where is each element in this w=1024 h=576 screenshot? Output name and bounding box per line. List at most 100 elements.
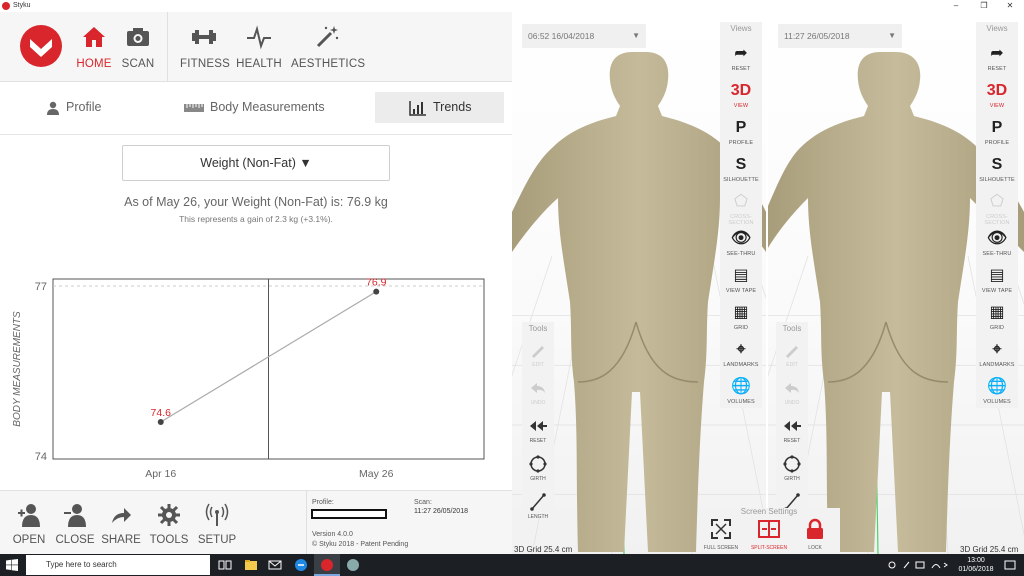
view-silhouette-button[interactable]: S SILHOUETTE (976, 155, 1018, 191)
nav-fitness-button[interactable]: FITNESS (180, 22, 230, 78)
scan-value: 11:27 26/05/2018 (414, 508, 468, 515)
task-view-icon[interactable] (218, 558, 232, 572)
view-glyph-icon: ⬠ (734, 193, 748, 210)
data-point[interactable] (373, 288, 380, 295)
view-cross-section-button[interactable]: ⬠ CROSS-SECTION (720, 192, 762, 228)
bottom-divider (306, 491, 307, 555)
split-screen-button[interactable]: SPLIT-SCREEN (746, 518, 792, 554)
tool-label: GIRTH (530, 476, 546, 482)
tool-undo-button[interactable]: UNDO (776, 378, 808, 414)
tool-undo-button[interactable]: UNDO (522, 378, 554, 414)
tool-girth-button[interactable]: GIRTH (776, 454, 808, 490)
nav-divider (167, 12, 168, 82)
reset-icon (530, 421, 547, 431)
view-grid-button[interactable]: ▦ GRID (976, 303, 1018, 339)
lock-button[interactable]: LOCK (792, 518, 838, 554)
view-reset-button[interactable]: ➦ RESET (976, 44, 1018, 80)
tool-length-button[interactable]: LENGTH (522, 492, 554, 528)
app-icon[interactable] (346, 558, 360, 572)
scan-date-select-right[interactable]: 11:27 26/05/2018 ▼ (778, 24, 902, 48)
views-panel-right: Views ➦ RESET 3D VIEW P PROFILE S SILHOUETTE ⬠ CR… (976, 22, 1018, 408)
view-label: SEE-THRU (726, 251, 756, 257)
view-view-tape-button[interactable]: ▤ VIEW TAPE (976, 266, 1018, 302)
viewport-right[interactable]: 11:27 26/05/2018 ▼ Views ➦ RESET 3D VIEW P PR… (768, 12, 1024, 554)
add-person-icon (18, 504, 40, 527)
view-view-tape-button[interactable]: ▤ VIEW TAPE (720, 266, 762, 302)
tab-profile[interactable]: Profile (46, 92, 146, 123)
remove-person-icon (64, 504, 86, 527)
window-title: Styku (13, 2, 31, 9)
metric-select[interactable]: Weight (Non-Fat) ▼ (122, 145, 390, 181)
view-glyph-icon: 3D (986, 82, 1008, 99)
tool-reset-button[interactable]: RESET (776, 416, 808, 452)
open-button[interactable]: OPEN (6, 499, 52, 551)
setup-button[interactable]: SETUP (194, 499, 240, 551)
view-grid-button[interactable]: ▦ GRID (720, 303, 762, 339)
tab-body-measurements-label: Body Measurements (210, 100, 325, 114)
view-volumes-button[interactable]: 🌐 VOLUMES (976, 377, 1018, 413)
view-glyph-icon: 🌐 (987, 378, 1007, 395)
version-text: Version 4.0.0 (312, 531, 353, 538)
tab-body-measurements[interactable]: Body Measurements (184, 92, 354, 123)
person-icon (47, 101, 59, 115)
view-label: VIEW TAPE (981, 288, 1013, 294)
system-tray-icons[interactable] (888, 560, 948, 570)
tool-edit-button[interactable]: EDIT (522, 340, 554, 376)
tool-girth-button[interactable]: GIRTH (522, 454, 554, 490)
tool-edit-button[interactable]: EDIT (776, 340, 808, 376)
windows-start-icon[interactable] (6, 559, 18, 571)
maximize-button[interactable]: ❐ (970, 0, 998, 12)
profile-name-field (311, 509, 387, 519)
scan-date-right: 11:27 26/05/2018 (784, 31, 850, 41)
view-view-button[interactable]: 3D VIEW (720, 81, 762, 117)
taskbar-clock[interactable]: 13:00 01/06/2018 (956, 556, 996, 574)
view-profile-button[interactable]: P PROFILE (720, 118, 762, 154)
close-window-button[interactable]: ✕ (996, 0, 1024, 12)
view-volumes-button[interactable]: 🌐 VOLUMES (720, 377, 762, 413)
notifications-icon[interactable] (1004, 559, 1016, 571)
nav-health-button[interactable]: HEALTH (236, 22, 282, 78)
nav-home-button[interactable]: HOME (74, 22, 114, 78)
scan-date-left: 06:52 16/04/2018 (528, 31, 595, 41)
camera-icon (127, 28, 149, 46)
y-axis-title: BODY MEASUREMENTS (12, 311, 23, 427)
view-see-thru-button[interactable]: 👁 SEE-THRU (976, 229, 1018, 265)
tools-title: Tools (528, 324, 548, 333)
view-profile-button[interactable]: P PROFILE (976, 118, 1018, 154)
scan-date-select-left[interactable]: 06:52 16/04/2018 ▼ (522, 24, 646, 48)
data-point[interactable] (157, 419, 164, 425)
view-reset-button[interactable]: ➦ RESET (720, 44, 762, 80)
view-glyph-icon: ➦ (990, 45, 1004, 62)
taskbar-search-input[interactable]: Type here to search (26, 555, 210, 575)
mail-icon[interactable] (268, 558, 282, 572)
tools-button[interactable]: TOOLS (146, 499, 192, 551)
edge-browser-icon[interactable] (294, 558, 308, 572)
nav-aesthetics-button[interactable]: AESTHETICS (291, 22, 365, 78)
lock-icon (807, 518, 823, 539)
view-landmarks-button[interactable]: ⌖ LANDMARKS (976, 340, 1018, 376)
top-navigation: HOME SCAN FITNESS HEALTH AESTHETICS (0, 12, 512, 82)
tab-trends[interactable]: Trends (375, 92, 504, 123)
view-see-thru-button[interactable]: 👁 SEE-THRU (720, 229, 762, 265)
undo-icon (531, 383, 545, 393)
minimize-button[interactable]: – (942, 0, 970, 12)
full-screen-button[interactable]: FULL SCREEN (698, 518, 744, 554)
view-landmarks-button[interactable]: ⌖ LANDMARKS (720, 340, 762, 376)
nav-scan-button[interactable]: SCAN (118, 22, 158, 78)
length-icon (530, 493, 546, 511)
split-screen-icon (758, 520, 780, 538)
views-title: Views (730, 24, 752, 33)
view-silhouette-button[interactable]: S SILHOUETTE (720, 155, 762, 191)
clock-time: 13:00 (967, 557, 985, 564)
view-cross-section-button[interactable]: ⬠ CROSS-SECTION (976, 192, 1018, 228)
file-explorer-icon[interactable] (244, 558, 258, 572)
x-tick-label: Apr 16 (145, 468, 176, 480)
close-button[interactable]: CLOSE (52, 499, 98, 551)
share-button[interactable]: SHARE (98, 499, 144, 551)
tape-icon (184, 103, 204, 112)
nav-home-label: HOME (76, 58, 112, 70)
styku-taskbar-button[interactable] (314, 554, 340, 576)
tool-reset-button[interactable]: RESET (522, 416, 554, 452)
viewport-left[interactable]: 06:52 16/04/2018 ▼ Views ➦ RESET 3D VIEW P PR… (512, 12, 766, 554)
view-view-button[interactable]: 3D VIEW (976, 81, 1018, 117)
